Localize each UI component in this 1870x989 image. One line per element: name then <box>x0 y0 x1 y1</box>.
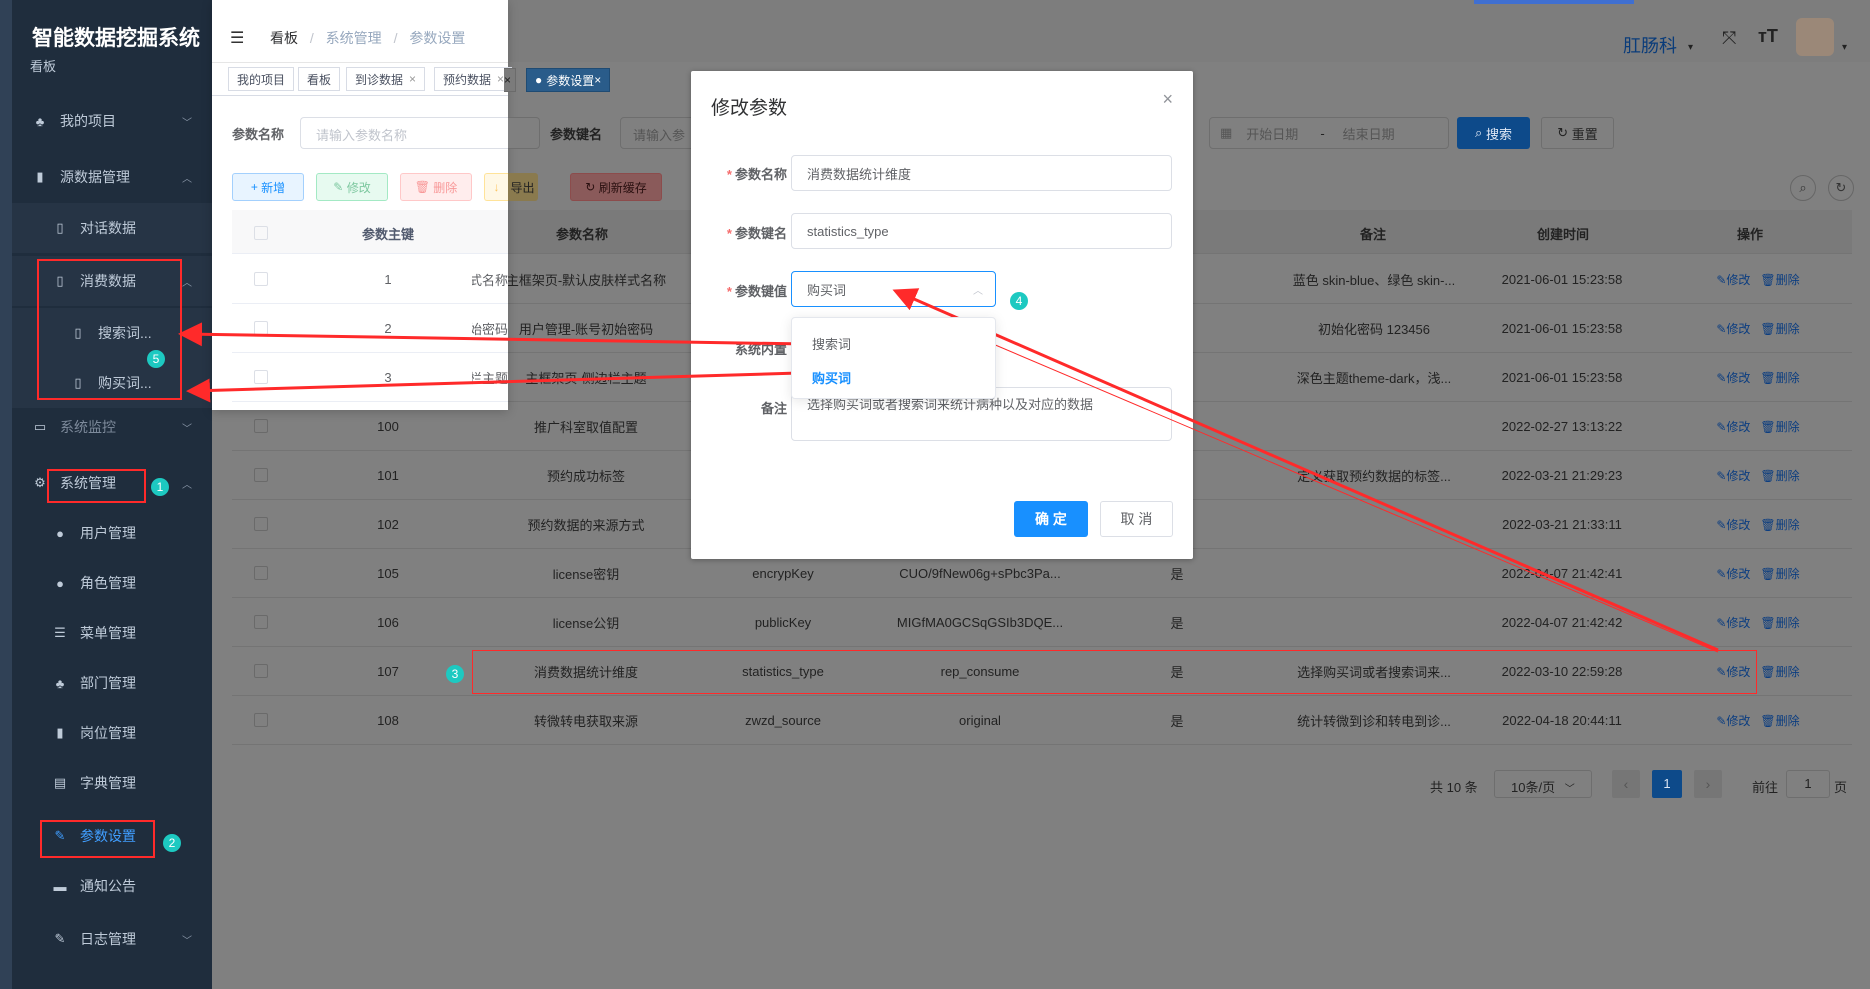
arrow-thin-return <box>959 329 1719 653</box>
arrow-to-value-select <box>892 288 1719 652</box>
option-purchase-word[interactable]: 购买词 <box>812 368 851 387</box>
annotation-arrows <box>178 288 1719 653</box>
value-dropdown: 搜索词 购买词 <box>791 317 996 399</box>
option-search-word[interactable]: 搜索词 <box>812 334 851 353</box>
